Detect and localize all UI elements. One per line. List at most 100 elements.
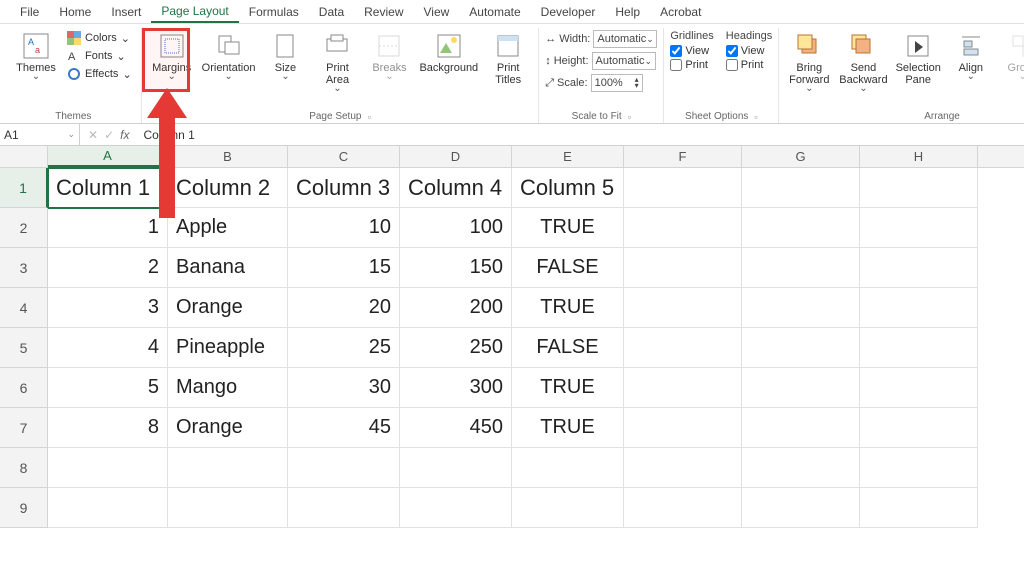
cell[interactable]: [48, 488, 168, 528]
cell[interactable]: 150: [400, 248, 512, 288]
tab-developer[interactable]: Developer: [531, 2, 606, 22]
cell[interactable]: 5: [48, 368, 168, 408]
gridlines-print-check[interactable]: Print: [670, 59, 713, 71]
cell[interactable]: 1: [48, 208, 168, 248]
fx-icon[interactable]: fx: [120, 128, 129, 142]
row-header[interactable]: 1: [0, 168, 48, 208]
col-header-G[interactable]: G: [742, 146, 860, 167]
fonts-button[interactable]: AFonts ⌄: [64, 48, 135, 64]
row-header[interactable]: 3: [0, 248, 48, 288]
cell[interactable]: Column 5: [512, 168, 624, 208]
tab-acrobat[interactable]: Acrobat: [650, 2, 711, 22]
cell[interactable]: [742, 368, 860, 408]
themes-button[interactable]: Aa Themes: [12, 30, 60, 82]
print-area-button[interactable]: Print Area: [313, 30, 361, 94]
cell[interactable]: [512, 488, 624, 528]
cell[interactable]: [400, 488, 512, 528]
cell[interactable]: [742, 488, 860, 528]
cancel-icon[interactable]: ✕: [88, 128, 98, 142]
cell[interactable]: [400, 448, 512, 488]
cell[interactable]: 100: [400, 208, 512, 248]
col-header-B[interactable]: B: [168, 146, 288, 167]
cell[interactable]: [288, 488, 400, 528]
row-header[interactable]: 4: [0, 288, 48, 328]
cell[interactable]: 10: [288, 208, 400, 248]
cell[interactable]: 20: [288, 288, 400, 328]
cell[interactable]: [624, 448, 742, 488]
tab-review[interactable]: Review: [354, 2, 413, 22]
cell[interactable]: 2: [48, 248, 168, 288]
cell[interactable]: Mango: [168, 368, 288, 408]
cell[interactable]: [742, 328, 860, 368]
cell[interactable]: [624, 248, 742, 288]
background-button[interactable]: Background: [417, 30, 480, 76]
orientation-button[interactable]: Orientation: [200, 30, 258, 82]
align-button[interactable]: Align: [947, 30, 995, 82]
cell[interactable]: 250: [400, 328, 512, 368]
cell[interactable]: TRUE: [512, 368, 624, 408]
row-header[interactable]: 6: [0, 368, 48, 408]
cell[interactable]: 4: [48, 328, 168, 368]
group-button[interactable]: Group: [999, 30, 1024, 82]
cell[interactable]: Column 1: [48, 168, 168, 208]
cell[interactable]: [860, 168, 978, 208]
gridlines-view-check[interactable]: View: [670, 45, 713, 57]
col-header-E[interactable]: E: [512, 146, 624, 167]
tab-insert[interactable]: Insert: [101, 2, 151, 22]
cell[interactable]: Orange: [168, 408, 288, 448]
tab-formulas[interactable]: Formulas: [239, 2, 309, 22]
cell[interactable]: 200: [400, 288, 512, 328]
print-titles-button[interactable]: Print Titles: [484, 30, 532, 88]
cell[interactable]: TRUE: [512, 288, 624, 328]
margins-button[interactable]: Margins: [148, 30, 196, 82]
effects-button[interactable]: Effects ⌄: [64, 66, 135, 82]
cell[interactable]: [860, 288, 978, 328]
cell[interactable]: Column 2: [168, 168, 288, 208]
cell[interactable]: 450: [400, 408, 512, 448]
cell[interactable]: Column 4: [400, 168, 512, 208]
cell[interactable]: Pineapple: [168, 328, 288, 368]
cell[interactable]: Orange: [168, 288, 288, 328]
cell[interactable]: 3: [48, 288, 168, 328]
cell[interactable]: [860, 208, 978, 248]
cell[interactable]: [742, 408, 860, 448]
breaks-button[interactable]: Breaks: [365, 30, 413, 82]
selection-pane-button[interactable]: Selection Pane: [894, 30, 943, 88]
cell[interactable]: 30: [288, 368, 400, 408]
scale-launcher[interactable]: ▫: [628, 112, 631, 122]
enter-icon[interactable]: ✓: [104, 128, 114, 142]
cell[interactable]: Apple: [168, 208, 288, 248]
cell[interactable]: TRUE: [512, 208, 624, 248]
tab-page-layout[interactable]: Page Layout: [151, 1, 238, 23]
cell[interactable]: [624, 328, 742, 368]
tab-automate[interactable]: Automate: [459, 2, 530, 22]
colors-button[interactable]: Colors ⌄: [64, 30, 135, 46]
send-backward-button[interactable]: Send Backward: [837, 30, 889, 94]
cell[interactable]: [168, 488, 288, 528]
cell[interactable]: 45: [288, 408, 400, 448]
cell[interactable]: [860, 488, 978, 528]
cell[interactable]: [742, 288, 860, 328]
cell[interactable]: [742, 168, 860, 208]
row-header[interactable]: 5: [0, 328, 48, 368]
cell[interactable]: Banana: [168, 248, 288, 288]
cell[interactable]: 300: [400, 368, 512, 408]
cell[interactable]: [860, 368, 978, 408]
cell[interactable]: 25: [288, 328, 400, 368]
tab-home[interactable]: Home: [49, 2, 101, 22]
row-header[interactable]: 2: [0, 208, 48, 248]
col-header-C[interactable]: C: [288, 146, 400, 167]
width-select[interactable]: Automatic⌄: [593, 30, 657, 48]
row-header[interactable]: 9: [0, 488, 48, 528]
page-setup-launcher[interactable]: ▫: [367, 112, 370, 122]
tab-data[interactable]: Data: [309, 2, 354, 22]
cell[interactable]: FALSE: [512, 248, 624, 288]
sheet-options-launcher[interactable]: ▫: [754, 112, 757, 122]
bring-forward-button[interactable]: Bring Forward: [785, 30, 833, 94]
cell[interactable]: Column 3: [288, 168, 400, 208]
cell[interactable]: 15: [288, 248, 400, 288]
row-header[interactable]: 7: [0, 408, 48, 448]
row-header[interactable]: 8: [0, 448, 48, 488]
scale-spinner[interactable]: 100%▴▾: [591, 74, 643, 92]
cell[interactable]: [624, 408, 742, 448]
